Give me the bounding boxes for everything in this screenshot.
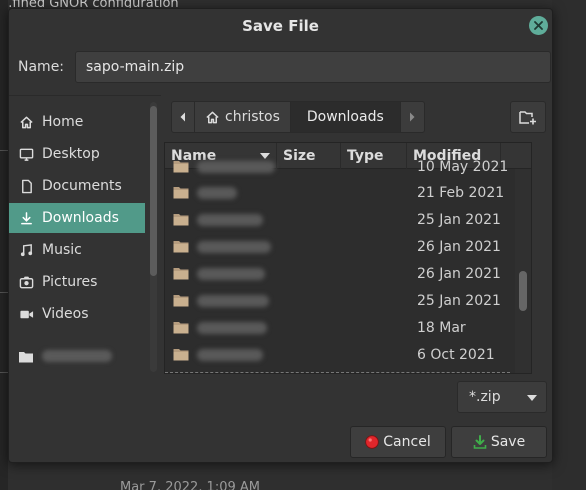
filename-input[interactable] [75, 51, 551, 83]
home-icon [206, 111, 219, 123]
background-divider [0, 372, 8, 373]
folder-icon [173, 322, 189, 334]
folder-icon [173, 187, 189, 199]
sidebar-item-desktop[interactable]: Desktop [9, 139, 145, 169]
video-icon [18, 306, 34, 322]
table-row[interactable]: 25 Jan 2021 [165, 287, 509, 314]
file-name-redacted [197, 240, 271, 253]
sidebar-item-label: Documents [42, 178, 122, 194]
file-list-scrollbar[interactable] [515, 169, 531, 373]
desktop-icon [18, 146, 34, 162]
save-button-label: Save [490, 434, 526, 450]
sidebar-item-label: Downloads [42, 210, 119, 226]
path-segment-downloads[interactable]: Downloads [290, 101, 401, 133]
file-modified: 26 Jan 2021 [417, 265, 501, 282]
download-icon [18, 210, 34, 226]
background-divider [0, 292, 8, 293]
sidebar-scrollbar[interactable] [150, 102, 157, 372]
path-scroll-left-button[interactable] [171, 101, 195, 133]
file-modified: 26 Jan 2021 [417, 238, 501, 255]
path-segment-home[interactable]: christos [195, 101, 291, 133]
file-name-redacted [197, 186, 237, 199]
table-row[interactable]: 21 Feb 2021 [165, 179, 509, 206]
file-name-redacted [197, 267, 265, 280]
sidebar-item-label-redacted [42, 350, 112, 362]
places-sidebar: Home Desktop Documents Downloads Music P… [9, 95, 161, 373]
cancel-button[interactable]: Cancel [350, 426, 446, 458]
file-name-redacted [197, 213, 263, 226]
path-segment-label: christos [225, 109, 280, 125]
sidebar-item-music[interactable]: Music [9, 235, 145, 265]
cancel-button-label: Cancel [383, 434, 431, 450]
sidebar-item-downloads[interactable]: Downloads [9, 203, 145, 233]
music-icon [18, 242, 34, 258]
name-label: Name: [18, 59, 65, 75]
filter-selected-value: *.zip [469, 389, 501, 405]
sidebar-item-label: Home [42, 114, 84, 130]
background-timestamp: Mar 7, 2022, 1:09 AM [120, 480, 260, 490]
file-name-redacted [197, 294, 269, 307]
file-rows: 10 May 2021 21 Feb 2021 25 Jan 2021 26 J… [165, 159, 531, 373]
home-icon [18, 114, 34, 130]
save-icon [473, 435, 487, 449]
file-modified: 25 Jan 2021 [417, 292, 501, 309]
file-modified: 18 Mar [417, 319, 466, 336]
path-bar: christos Downloads [171, 101, 425, 133]
sidebar-item-label: Videos [42, 306, 89, 322]
folder-icon [173, 214, 189, 226]
file-modified: 25 Jan 2021 [417, 211, 501, 228]
file-modified: 6 Oct 2021 [417, 346, 495, 363]
sidebar-item-home[interactable]: Home [9, 107, 145, 137]
new-folder-icon [519, 111, 536, 125]
cancel-icon [365, 435, 379, 449]
name-row: Name: [18, 51, 551, 83]
file-name-redacted [197, 348, 263, 361]
folder-icon [173, 295, 189, 307]
file-name-redacted [197, 160, 275, 173]
folder-icon [173, 268, 189, 280]
path-segment-label: Downloads [306, 109, 384, 125]
file-type-filter[interactable]: *.zip [457, 381, 547, 413]
sidebar-item-videos[interactable]: Videos [9, 299, 145, 329]
background-right-edge [552, 0, 586, 490]
camera-icon [18, 274, 34, 290]
file-list-scrollbar-thumb[interactable] [519, 271, 527, 311]
save-button[interactable]: Save [451, 426, 547, 458]
sidebar-item-pictures[interactable]: Pictures [9, 267, 145, 297]
path-scroll-right-button[interactable] [400, 101, 425, 133]
sidebar-item-bookmark[interactable] [9, 341, 145, 371]
background-divider [0, 150, 8, 151]
sidebar-item-documents[interactable]: Documents [9, 171, 145, 201]
close-icon [534, 21, 543, 30]
chevron-left-icon [180, 112, 185, 122]
close-button[interactable] [529, 16, 548, 35]
sidebar-item-label: Pictures [42, 274, 98, 290]
file-modified: 21 Feb 2021 [417, 184, 505, 201]
table-row[interactable]: 10 May 2021 [165, 153, 509, 180]
table-row[interactable]: 26 Jan 2021 [165, 233, 509, 260]
table-row[interactable]: 26 Jan 2021 [165, 260, 509, 287]
document-icon [18, 178, 34, 194]
table-row[interactable]: 6 Oct 2021 [165, 341, 509, 368]
chevron-down-icon [527, 395, 537, 401]
folder-icon [173, 161, 189, 173]
file-list: Name Size Type Modified 10 May 2021 21 F… [164, 142, 532, 374]
save-file-dialog: Save File Name: Home Desktop Documents [8, 8, 553, 463]
file-modified: 10 May 2021 [417, 158, 509, 175]
folder-icon [173, 241, 189, 253]
background-left-edge [0, 0, 8, 490]
dialog-title: Save File [242, 17, 319, 35]
folder-icon [173, 349, 189, 361]
table-row[interactable]: 18 Mar [165, 314, 509, 341]
file-name-redacted [197, 321, 267, 334]
sidebar-item-label: Desktop [42, 146, 100, 162]
chevron-right-icon [410, 112, 415, 122]
list-bottom-edge [165, 372, 510, 373]
folder-icon [18, 348, 34, 364]
new-folder-button[interactable] [510, 101, 546, 133]
sidebar-scrollbar-thumb[interactable] [150, 106, 157, 276]
sidebar-item-label: Music [42, 242, 82, 258]
table-row[interactable]: 25 Jan 2021 [165, 206, 509, 233]
